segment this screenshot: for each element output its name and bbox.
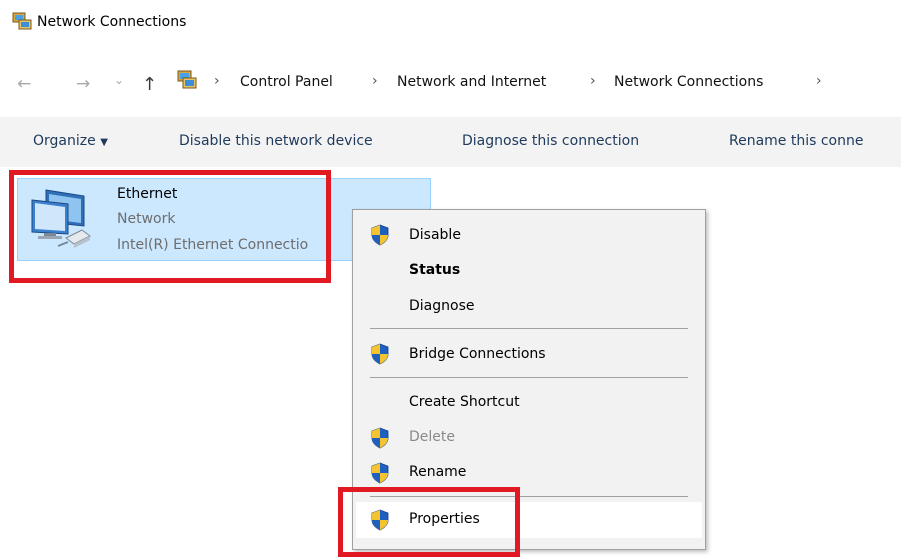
uac-shield-icon: [371, 462, 389, 484]
menu-item-rename[interactable]: Rename: [409, 464, 466, 480]
breadcrumb-separator[interactable]: ›: [590, 73, 596, 89]
menu-item-diagnose[interactable]: Diagnose: [409, 298, 474, 314]
diagnose-connection-button[interactable]: Diagnose this connection: [462, 133, 639, 149]
up-button[interactable]: ↑: [142, 76, 157, 94]
control-panel-icon: [177, 70, 197, 89]
dropdown-arrow-icon: ▼: [100, 137, 108, 148]
menu-separator: [370, 377, 688, 378]
menu-item-bridge-connections[interactable]: Bridge Connections: [409, 346, 546, 362]
back-button[interactable]: ←: [17, 76, 31, 93]
menu-item-status[interactable]: Status: [409, 262, 460, 278]
uac-shield-icon: [371, 427, 389, 449]
network-connections-icon: [12, 12, 32, 30]
organize-button[interactable]: Organize ▼: [33, 133, 108, 149]
menu-separator: [370, 328, 688, 329]
window-title: Network Connections: [37, 14, 187, 30]
recent-locations-button[interactable]: ⌄: [114, 72, 124, 89]
breadcrumb-control-panel[interactable]: Control Panel: [240, 74, 333, 90]
uac-shield-icon: [371, 224, 389, 246]
rename-connection-button[interactable]: Rename this conne: [729, 133, 863, 149]
breadcrumb-separator: ›: [214, 73, 220, 89]
highlight-box-ethernet: [9, 170, 331, 283]
breadcrumb-separator[interactable]: ›: [816, 73, 822, 89]
organize-label: Organize: [33, 133, 96, 149]
menu-item-create-shortcut[interactable]: Create Shortcut: [409, 394, 520, 410]
highlight-box-properties: [338, 487, 520, 557]
breadcrumb-separator[interactable]: ›: [372, 73, 378, 89]
breadcrumb-network-and-internet[interactable]: Network and Internet: [397, 74, 546, 90]
disable-device-button[interactable]: Disable this network device: [179, 133, 373, 149]
uac-shield-icon: [371, 343, 389, 365]
forward-button[interactable]: →: [76, 76, 90, 93]
menu-item-delete: Delete: [409, 429, 455, 445]
breadcrumb-network-connections[interactable]: Network Connections: [614, 74, 763, 90]
menu-item-disable[interactable]: Disable: [409, 227, 461, 243]
